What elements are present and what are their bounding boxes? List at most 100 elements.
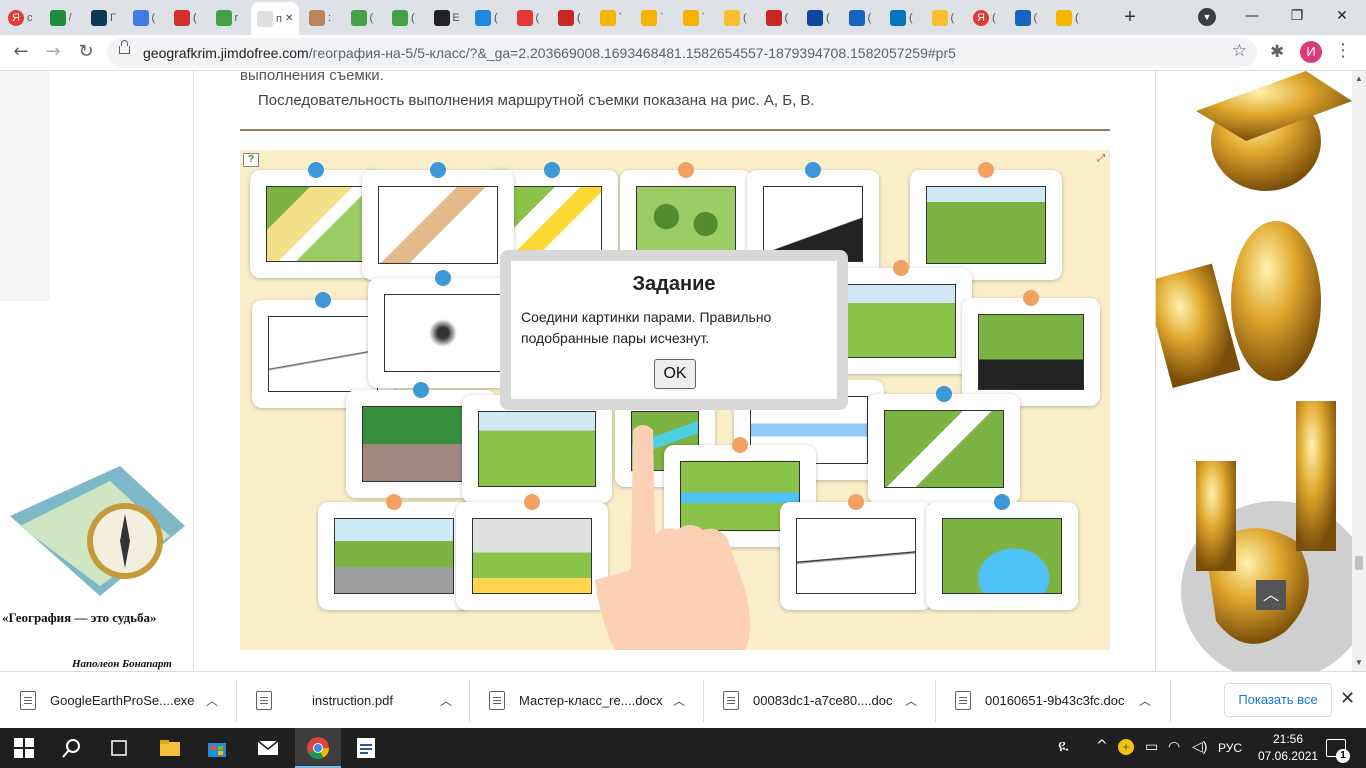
tray-app-icon[interactable]: + [1118, 739, 1134, 755]
connect-dot[interactable] [805, 162, 821, 178]
connect-dot[interactable] [994, 494, 1010, 510]
scrollbar-thumb[interactable] [1355, 556, 1363, 570]
connect-dot[interactable] [386, 494, 402, 510]
browser-tab[interactable]: : [309, 4, 334, 32]
language-indicator[interactable]: РУС [1218, 741, 1242, 755]
back-button[interactable]: ← [10, 41, 32, 63]
close-tab-icon[interactable]: ✕ [285, 13, 293, 24]
chevron-up-icon[interactable]: ︿ [905, 692, 917, 709]
picture-card[interactable] [962, 290, 1100, 406]
bookmark-star-icon[interactable]: ☆ [1232, 41, 1247, 61]
search-icon[interactable] [60, 736, 84, 760]
browser-tab[interactable]: ( [1056, 4, 1081, 32]
profile-avatar[interactable]: И [1300, 41, 1322, 63]
connect-dot[interactable] [430, 162, 446, 178]
connect-dot[interactable] [1023, 290, 1039, 306]
browser-tab[interactable]: ` [682, 4, 708, 32]
store-icon[interactable] [205, 736, 229, 760]
forward-button[interactable]: → [42, 41, 64, 63]
browser-tab[interactable]: ` [641, 4, 666, 32]
connect-dot[interactable] [315, 292, 331, 308]
tab-search-button[interactable]: ▼ [1198, 8, 1216, 26]
close-window-button[interactable]: ✕ [1322, 4, 1362, 28]
word-doc-icon[interactable] [354, 736, 378, 760]
picture-card[interactable] [780, 494, 932, 610]
chrome-taskbar-button[interactable] [295, 728, 341, 768]
download-item[interactable]: GoogleEarthProSe....exe ︿ [0, 672, 218, 729]
browser-tab[interactable]: Яс [8, 4, 33, 32]
scroll-down-icon[interactable]: ▼ [1355, 658, 1363, 667]
people-icon[interactable]: ዪ [1058, 738, 1069, 756]
scroll-to-top-button[interactable]: ︿ [1256, 580, 1286, 610]
picture-card[interactable] [362, 162, 514, 280]
chevron-up-icon[interactable]: ︿ [673, 692, 685, 709]
url-text[interactable]: geografkrim.jimdofree.com/география-на-5… [143, 45, 956, 61]
connect-dot[interactable] [435, 270, 451, 286]
browser-tab[interactable]: / [49, 4, 75, 32]
new-tab-button[interactable]: + [1120, 6, 1140, 28]
connect-dot[interactable] [893, 260, 909, 276]
browser-tab[interactable]: ( [392, 4, 417, 32]
browser-tab[interactable]: ( [765, 4, 791, 32]
browser-menu-icon[interactable]: ⋮ [1334, 40, 1352, 61]
scroll-up-icon[interactable]: ▲ [1355, 74, 1363, 83]
browser-tab[interactable]: ( [931, 4, 957, 32]
connect-dot[interactable] [413, 382, 429, 398]
browser-tab[interactable]: ( [1014, 4, 1040, 32]
browser-tab[interactable]: ( [724, 4, 749, 32]
connect-dot[interactable] [978, 162, 994, 178]
show-all-downloads-button[interactable]: Показать все [1224, 683, 1332, 717]
browser-tab[interactable]: ( [890, 4, 915, 32]
browser-tab[interactable]: ( [174, 4, 199, 32]
picture-card[interactable] [462, 387, 612, 503]
close-icon[interactable]: ✕ [1340, 688, 1355, 709]
connect-dot[interactable] [544, 162, 560, 178]
file-explorer-icon[interactable] [158, 736, 182, 760]
picture-card[interactable] [456, 494, 608, 610]
maximize-button[interactable]: ❐ [1277, 4, 1317, 28]
connect-dot[interactable] [308, 162, 324, 178]
clock[interactable]: 21:56 07.06.2021 [1258, 731, 1318, 765]
volume-icon[interactable]: ◁) [1192, 738, 1207, 755]
minimize-button[interactable]: — [1232, 4, 1272, 28]
browser-tab[interactable]: Г [91, 4, 116, 32]
chevron-up-icon[interactable]: ︿ [440, 692, 452, 709]
download-item[interactable]: instruction.pdf ︿ [236, 672, 452, 729]
chevron-up-icon[interactable]: ︿ [1139, 692, 1151, 709]
help-icon[interactable]: ? [243, 153, 259, 167]
browser-tab[interactable]: ( [848, 4, 874, 32]
fullscreen-icon[interactable]: ⤢ [1095, 153, 1107, 165]
connect-dot[interactable] [524, 494, 540, 510]
task-view-icon[interactable] [107, 736, 131, 760]
vertical-scrollbar[interactable]: ▲ ▼ [1352, 71, 1366, 671]
browser-tab[interactable]: ( [350, 4, 376, 32]
lock-icon[interactable] [119, 40, 130, 54]
browser-tab[interactable]: ( [807, 4, 832, 32]
picture-card[interactable] [926, 494, 1078, 610]
connect-dot[interactable] [678, 162, 694, 178]
ok-button[interactable]: OK [654, 359, 696, 389]
chevron-up-icon[interactable]: ︿ [206, 692, 218, 709]
browser-tab[interactable]: ` [599, 4, 625, 32]
browser-tab[interactable]: Я( [973, 4, 998, 32]
wifi-icon[interactable]: ◠ [1168, 738, 1180, 755]
browser-tab[interactable]: r [215, 4, 241, 32]
address-bar[interactable]: geografkrim.jimdofree.com/география-на-5… [107, 38, 1257, 67]
browser-tab[interactable]: E [433, 4, 459, 32]
picture-card[interactable] [368, 270, 518, 388]
reload-button[interactable]: ↻ [75, 41, 97, 63]
connect-dot[interactable] [848, 494, 864, 510]
browser-tab[interactable]: п ✕ [251, 2, 300, 35]
picture-card[interactable] [830, 260, 972, 374]
download-item[interactable]: 00160651-9b43c3fc.doc ︿ [935, 672, 1151, 729]
download-item[interactable]: Мастер-класс_re....docx ︿ [469, 672, 685, 729]
browser-tab[interactable]: ( [475, 4, 500, 32]
extensions-icon[interactable]: ✱ [1270, 42, 1284, 62]
picture-card[interactable] [910, 162, 1062, 280]
browser-tab[interactable]: ( [132, 4, 158, 32]
mail-icon[interactable] [256, 736, 280, 760]
windows-start-icon[interactable] [12, 736, 36, 760]
picture-card[interactable] [318, 494, 470, 610]
chevron-up-icon[interactable]: ^ [1096, 738, 1108, 754]
picture-card[interactable] [868, 386, 1020, 504]
